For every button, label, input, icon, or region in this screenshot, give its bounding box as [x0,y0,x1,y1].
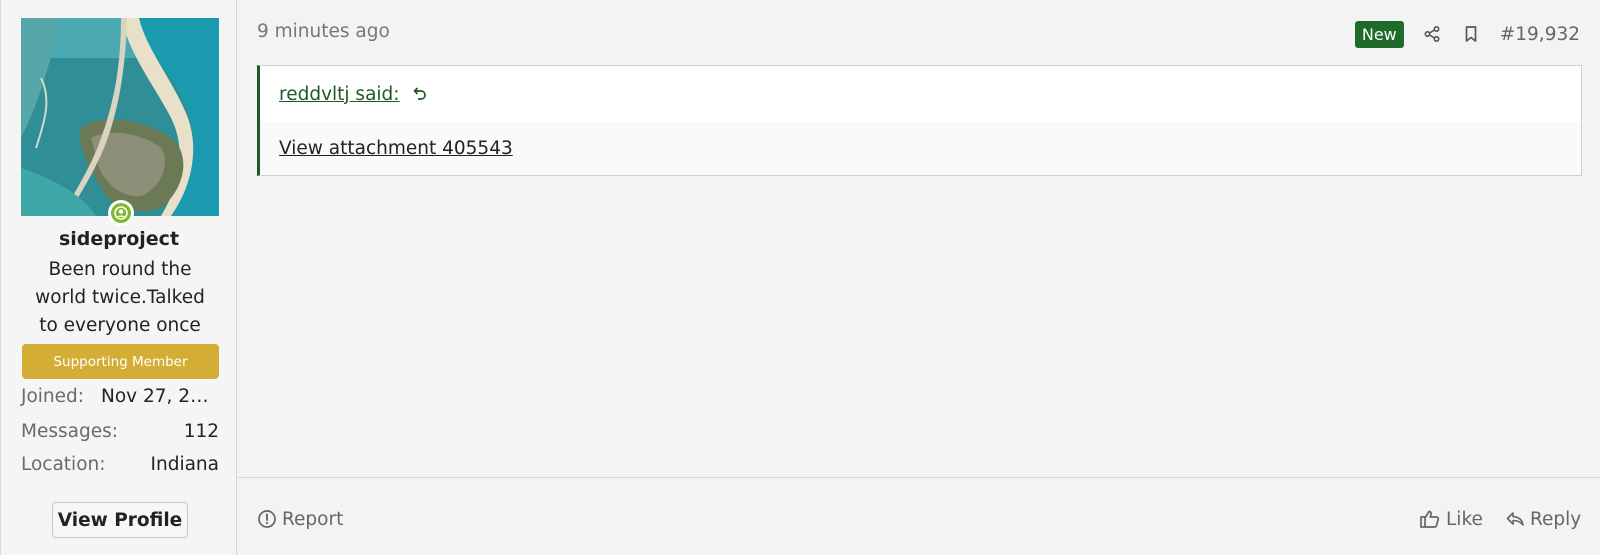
bookmark-icon[interactable] [1460,23,1482,45]
post-user-sidebar: sideproject Been round the world twice.T… [1,0,237,555]
post-timestamp[interactable]: 9 minutes ago [257,21,390,42]
stat-key: Messages: [21,420,118,442]
like-label: Like [1446,508,1483,530]
post-main: 9 minutes ago New #19,932 reddvltj said:… [238,0,1600,555]
exclamation-circle-icon [258,510,276,528]
post-footer-divider [238,477,1600,478]
like-button[interactable]: Like [1419,506,1483,532]
quote-header: reddvltj said: [260,66,1581,122]
report-label: Report [282,508,344,530]
user-circle-icon [111,203,131,223]
arrow-up-back-icon[interactable] [410,85,428,103]
stat-value: Nov 27, 20... [101,385,219,407]
online-status-badge [108,200,134,226]
view-profile-button[interactable]: View Profile [52,502,188,538]
supporting-member-banner: Supporting Member [22,344,219,379]
reply-label: Reply [1530,508,1582,530]
attachment-link[interactable]: View attachment 405543 [279,138,513,159]
thumbs-up-icon [1420,510,1440,528]
avatar[interactable] [21,18,219,226]
forum-post: sideproject Been round the world twice.T… [0,0,1600,555]
user-title: Been round the world twice.Talked to eve… [35,259,205,336]
quote-author-link[interactable]: reddvltj said: [279,84,400,105]
stat-value[interactable]: 112 [184,421,219,442]
post-number-link[interactable]: #19,932 [1500,24,1580,45]
reply-arrow-icon [1506,512,1524,526]
username[interactable]: sideproject [1,228,237,250]
share-icon[interactable] [1421,23,1443,45]
stat-value[interactable]: Indiana [151,454,219,475]
stat-key: Joined: [21,385,84,407]
report-button[interactable]: Report [257,506,343,532]
reply-button[interactable]: Reply [1505,506,1581,532]
new-badge: New [1354,20,1404,48]
post-header-actions: New #19,932 [1354,20,1580,48]
user-stat-messages: Messages: 112 [21,416,219,446]
user-stat-location: Location: Indiana [21,449,219,479]
quote-block: reddvltj said: View attachment 405543 [257,65,1582,176]
quote-content: View attachment 405543 [260,122,1581,175]
avatar-image[interactable] [21,18,219,216]
user-stat-joined: Joined: Nov 27, 20... [21,381,219,411]
stat-key: Location: [21,453,106,475]
